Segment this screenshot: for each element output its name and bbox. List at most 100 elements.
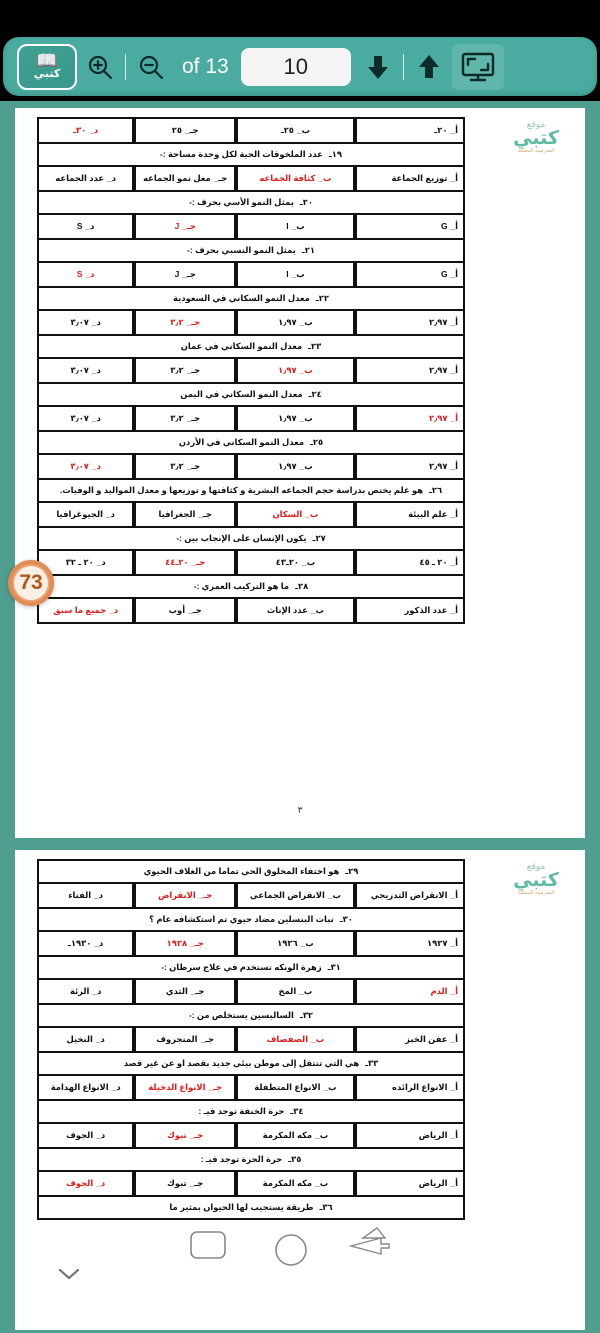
answer-option[interactable]: أ_ ٢٫٩٧	[352, 359, 463, 382]
option-key: جـ_	[186, 413, 201, 424]
answer-option[interactable]: ب_ ١٫٩٧	[234, 455, 353, 478]
option-text: ٢٠ ـ ٤٥	[419, 557, 448, 568]
answer-option[interactable]: د_ الانواع الهدامة	[39, 1076, 132, 1099]
answer-option[interactable]: أ_ ٢٫٩٧	[352, 311, 463, 334]
answer-option[interactable]: د_ الجوف	[39, 1172, 132, 1195]
answer-option[interactable]: أ_ G	[352, 263, 463, 286]
answer-option[interactable]: ب_ I	[234, 263, 353, 286]
answer-option[interactable]: د_ ٣٫٠٧	[39, 359, 132, 382]
answer-option[interactable]: جـ_ الانواع الدخيلة	[132, 1076, 234, 1099]
page-badge[interactable]: 73	[8, 560, 54, 606]
answer-option[interactable]: ب_ كثافة الجماعه	[234, 167, 353, 190]
answer-option[interactable]: جـ_ معل نمو الجماعه	[132, 167, 234, 190]
question-stem: ٢١ـ يمثل النمو النسبي بحرف :-	[39, 240, 463, 261]
option-key: ب_	[299, 461, 313, 472]
answer-option[interactable]: د_ ٢٠ ـ ٣٢	[39, 551, 132, 574]
answer-option[interactable]: ب_ الانواع المتطفلة	[234, 1076, 353, 1099]
prev-page-arrow-up-icon[interactable]	[406, 44, 452, 90]
answer-option[interactable]: د_ S	[39, 215, 132, 238]
answer-option[interactable]: جـ_ الجغرافيا	[132, 503, 234, 526]
option-text: ١٩٢٧	[427, 938, 448, 949]
option-key: د_	[96, 557, 106, 568]
answer-option[interactable]: ب_ مكه المكرمة	[234, 1124, 353, 1147]
zoom-in-icon[interactable]	[77, 44, 123, 90]
answer-option[interactable]: د_ الرئة	[39, 980, 132, 1003]
answer-option[interactable]: أ_ عفن الخبز	[352, 1028, 463, 1051]
fullscreen-screen-icon[interactable]	[451, 43, 504, 90]
answer-option[interactable]: د_ ١٩٣٠ـ	[39, 932, 132, 955]
answer-option[interactable]: أ_ ٢٫٩٧	[352, 407, 463, 430]
answer-option[interactable]: ب_ الانقراض الجماعي	[234, 884, 353, 907]
question-stem: ٣٥ـ حرة الحرة توجد فيـ :	[39, 1149, 463, 1170]
answer-option[interactable]: أ_ الانقراض التدريجي	[352, 884, 463, 907]
option-key: ب_	[299, 365, 313, 376]
zoom-out-icon[interactable]	[128, 44, 174, 90]
answer-option[interactable]: جـ_ أوب	[132, 599, 234, 622]
answer-option[interactable]: د_ ٣٫٠٧	[39, 455, 132, 478]
answer-option[interactable]: جـ_ الثدي	[132, 980, 234, 1003]
answer-option[interactable]: جـ_ تبوك	[132, 1124, 234, 1147]
answer-option[interactable]: أ_ ٢٫٩٧	[352, 455, 463, 478]
question-number: ٣٦ـ	[319, 1202, 333, 1213]
answer-option[interactable]: ب_ ١٫٩٧	[234, 407, 353, 430]
option-text: علم البيئة	[408, 509, 448, 520]
answer-option[interactable]: د_ عدد الجماعه	[39, 167, 132, 190]
answer-option[interactable]: جـ_ J	[132, 215, 234, 238]
answer-option[interactable]: د_ جميع ما سبق	[39, 599, 132, 622]
answer-option[interactable]: أ_ الرياض	[352, 1172, 463, 1195]
answer-option[interactable]: جـ_ ٣٫٢	[132, 311, 234, 334]
answer-options-row: أ_ علم البيئة ب_ السكان جـ_ الجغرافيا د_ الجيوغ…	[39, 503, 463, 528]
answer-option[interactable]: ب_ ١٫٩٧	[234, 311, 353, 334]
option-text: الانواع المتطفلة	[254, 1082, 321, 1093]
answer-option[interactable]: جـ_ J	[132, 263, 234, 286]
answer-option[interactable]: ب_ السكان	[234, 503, 353, 526]
app-logo-button[interactable]: 📖 كتبي	[17, 43, 77, 90]
answer-option[interactable]: جـ_ المنجروف	[132, 1028, 234, 1051]
answer-option[interactable]: جـ_ ٢٥	[132, 119, 234, 142]
answer-option[interactable]: د_ الفناء	[39, 884, 132, 907]
answer-option[interactable]: د_ ٣٠ـ	[39, 119, 132, 142]
answer-option[interactable]: ب_ ٢٥ـ	[234, 119, 353, 142]
answer-option[interactable]: أ_ الانواع الرائده	[352, 1076, 463, 1099]
page-footer-number: ٣	[297, 805, 303, 815]
answer-option[interactable]: أ_ علم البيئة	[352, 503, 463, 526]
answer-option[interactable]: ب_ مكه المكرمة	[234, 1172, 353, 1195]
page-number-input[interactable]	[240, 47, 351, 86]
answer-option[interactable]: ب_ المخ	[234, 980, 353, 1003]
answer-option[interactable]: ب_ الصفصاف	[234, 1028, 353, 1051]
answer-option[interactable]: جـ_ الانقراض	[132, 884, 234, 907]
kutubi-watermark: موقع كتبي المدرسية المملكة	[497, 116, 575, 158]
answer-option[interactable]: جـ_ ٣٫٢	[132, 359, 234, 382]
answer-option[interactable]: أ_ الرياض	[352, 1124, 463, 1147]
answer-option[interactable]: جـ_ ١٩٢٨	[132, 932, 234, 955]
answer-option[interactable]: أ_ ٢٠ـ	[352, 119, 463, 142]
document-scroll-area[interactable]: موقع كتبي المدرسية المملكة أ_ ٢٠ـ ب_ ٢٥ـ جـ_…	[0, 101, 600, 1333]
answer-option[interactable]: أ_ ٢٠ ـ ٤٥	[352, 551, 463, 574]
answer-option[interactable]: جـ_ ٣٫٢	[132, 455, 234, 478]
answer-option[interactable]: د_ S	[39, 263, 132, 286]
option-text: تبوك	[167, 1178, 187, 1189]
answer-option[interactable]: د_ النخيل	[39, 1028, 132, 1051]
next-page-arrow-down-icon[interactable]	[355, 44, 401, 90]
answer-option[interactable]: أ_ G	[352, 215, 463, 238]
question-stem-row: ٢٦ـ هو علم يختص بدراسة حجم الجماعه البشري…	[39, 480, 463, 503]
answer-option[interactable]: ب_ عدد الإناث	[234, 599, 353, 622]
answer-option[interactable]: د_ الجيوغرافيا	[39, 503, 132, 526]
option-text: ٢٥ـ	[280, 125, 294, 136]
answer-option[interactable]: جـ_ تبوك	[132, 1172, 234, 1195]
answer-option[interactable]: أ_ توزيع الجماعة	[352, 167, 463, 190]
answer-option[interactable]: أ_ الدم	[352, 980, 463, 1003]
answer-option[interactable]: أ_ عدد الذكور	[352, 599, 463, 622]
chevron-down-icon[interactable]	[56, 1261, 82, 1287]
answer-option[interactable]: ب_ I	[234, 215, 353, 238]
answer-option[interactable]: د_ ٣٫٠٧	[39, 311, 132, 334]
answer-option[interactable]: ب_ ١٫٩٧	[234, 359, 353, 382]
answer-option[interactable]: ب_ ١٩٢٦	[234, 932, 353, 955]
answer-option[interactable]: أ_ ١٩٢٧	[352, 932, 463, 955]
answer-option[interactable]: د_ ٣٫٠٧	[39, 407, 132, 430]
answer-option[interactable]: د_ الجوف	[39, 1124, 132, 1147]
question-stem-row: ٢٠ـ يمثل النمو الأسي بحرف :-	[39, 192, 463, 215]
answer-option[interactable]: جـ_ ٣٫٢	[132, 407, 234, 430]
answer-option[interactable]: ب_ ٢٠ـ٤٣	[234, 551, 353, 574]
answer-option[interactable]: جـ_ ٢٠ـ٤٤	[132, 551, 234, 574]
